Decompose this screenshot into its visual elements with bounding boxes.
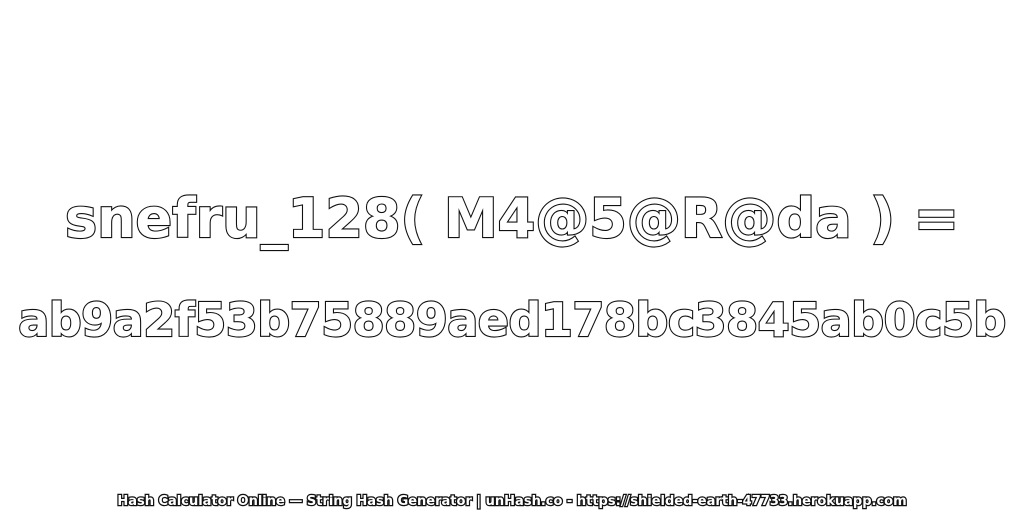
hash-result-canvas: snefru_128( M4@5@R@da ) = ab9a2f53b75889… bbox=[0, 0, 1024, 512]
hash-value: ab9a2f53b75889aed178bc3845ab0c5b bbox=[17, 292, 1007, 348]
footer-credit: Hash Calculator Online — String Hash Gen… bbox=[116, 493, 908, 511]
hash-expression: snefru_128( M4@5@R@da ) = bbox=[64, 186, 960, 251]
